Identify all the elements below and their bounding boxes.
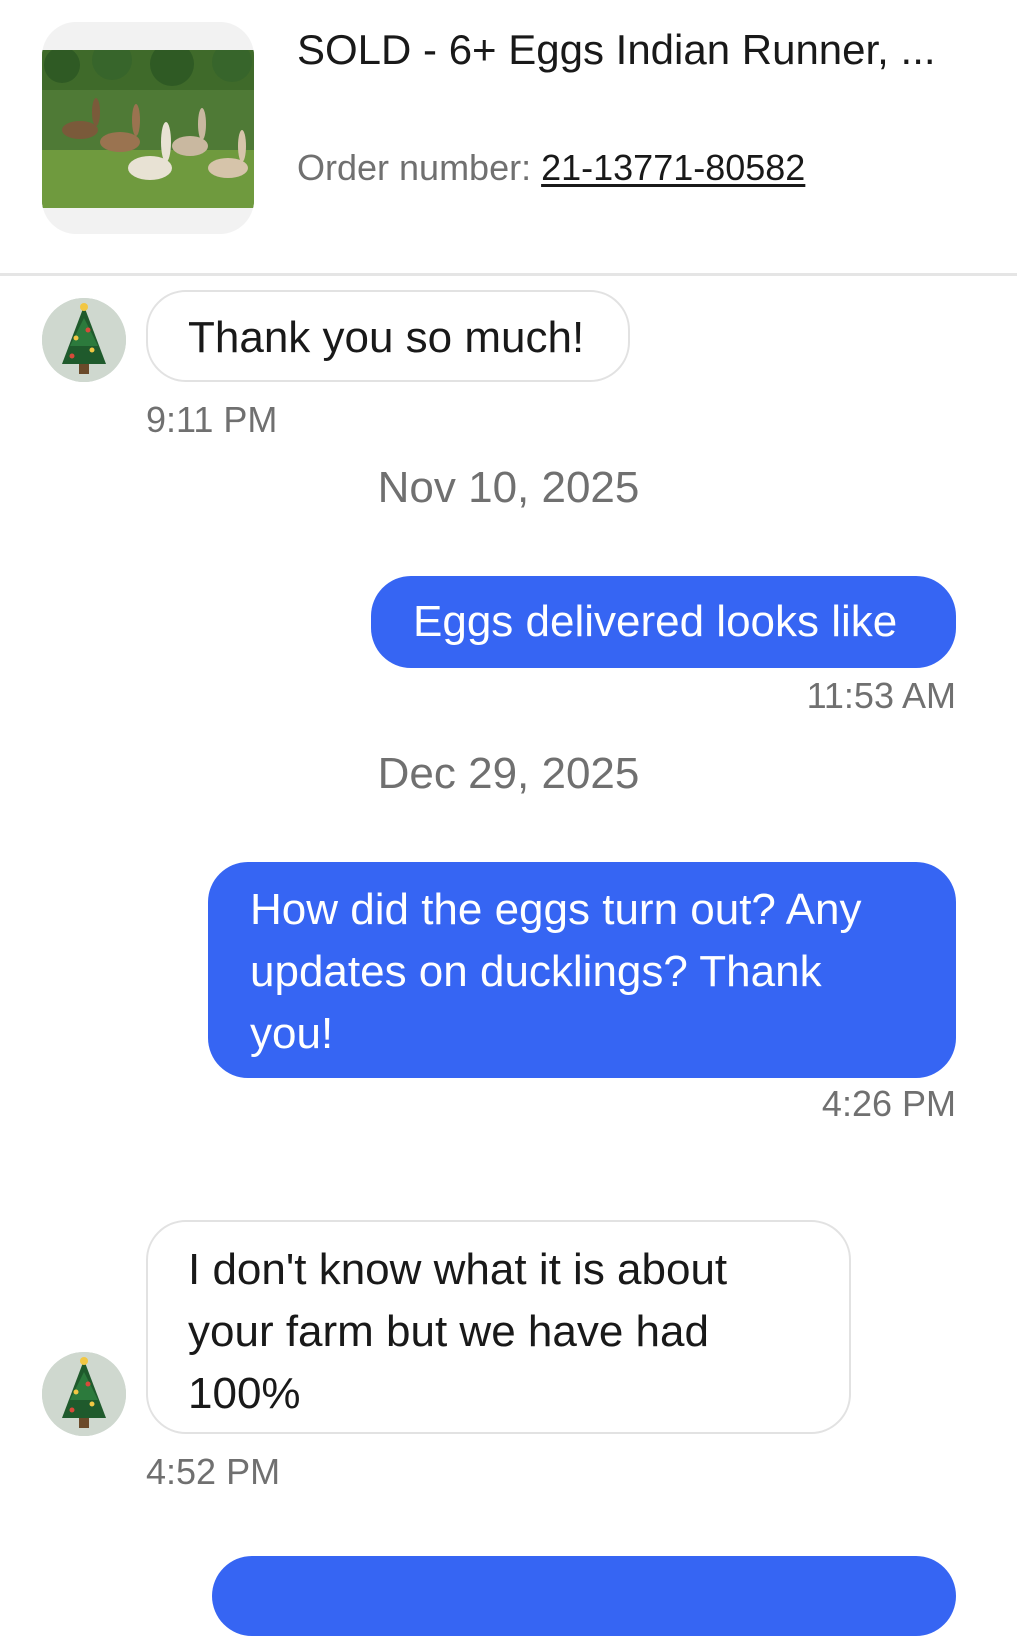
order-number-label: Order number:	[297, 147, 542, 188]
message-bubble-outgoing[interactable]: How did the eggs turn out? Any updates o…	[208, 862, 956, 1078]
seller-avatar[interactable]	[42, 298, 126, 382]
message-time: 4:52 PM	[146, 1451, 281, 1492]
message-bubble-incoming[interactable]: Thank you so much!	[146, 290, 630, 382]
message-text: Eggs delivered looks like	[413, 597, 898, 646]
message-text: I don't know what it is about your farm …	[188, 1245, 728, 1418]
message-text: How did the eggs turn out? Any updates o…	[250, 885, 862, 1058]
order-number-link[interactable]: 21-13771-80582	[541, 147, 805, 188]
message-text: Thank you so much!	[188, 313, 585, 362]
message-bubble-incoming[interactable]: I don't know what it is about your farm …	[146, 1220, 851, 1434]
message-bubble-outgoing-partial[interactable]	[212, 1556, 956, 1636]
date-separator: Dec 29, 2025	[377, 749, 640, 798]
ducks-photo	[42, 50, 254, 208]
item-header: SOLD - 6+ Eggs Indian Runner, ... Order …	[0, 0, 1017, 276]
message-time: 4:26 PM	[821, 1083, 956, 1124]
message-time: 9:11 PM	[146, 399, 278, 440]
item-thumbnail[interactable]	[42, 22, 254, 234]
item-title[interactable]: SOLD - 6+ Eggs Indian Runner, ...	[297, 22, 987, 78]
seller-avatar[interactable]	[42, 1352, 126, 1436]
message-bubble-outgoing[interactable]: Eggs delivered looks like	[371, 576, 956, 668]
date-separator: Nov 10, 2025	[377, 463, 640, 512]
christmas-tree-icon	[42, 1352, 126, 1436]
christmas-tree-icon	[42, 298, 126, 382]
message-time: 11:53 AM	[806, 675, 956, 716]
order-number-line: Order number: 21-13771-80582	[297, 144, 805, 192]
